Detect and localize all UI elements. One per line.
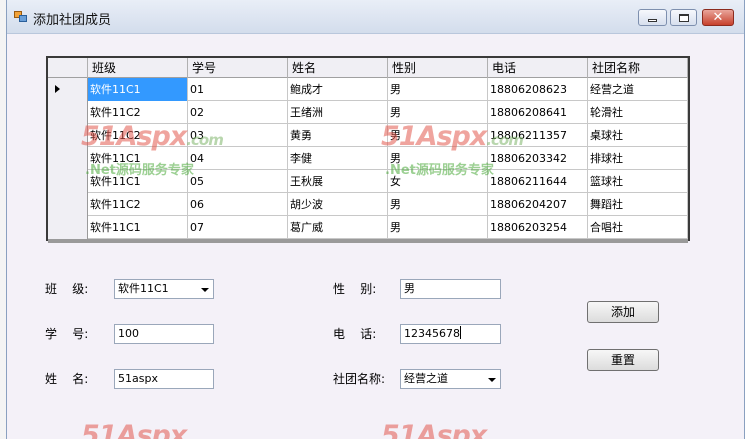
cell-id[interactable]: 05 [188,170,288,193]
cell-phone[interactable]: 18806204207 [488,193,588,216]
class-combobox[interactable]: 软件11C1 [114,279,214,299]
cell-gender[interactable]: 男 [388,193,488,216]
window-title: 添加社团成员 [33,13,112,28]
cell-class[interactable]: 软件11C2 [88,101,188,124]
cell-id[interactable]: 04 [188,147,288,170]
cell-club[interactable]: 舞蹈社 [588,193,688,216]
cell-id[interactable]: 01 [188,78,288,101]
table-row[interactable]: 软件11C2 02 王绪洲男 18806208641 轮滑社 [48,101,688,124]
app-icon [14,11,28,23]
close-icon: ✕ [712,10,724,25]
column-header-class[interactable]: 班级 [88,58,188,78]
cell-gender[interactable]: 男 [388,78,488,101]
club-combobox[interactable]: 经营之道 [400,369,501,389]
row-header[interactable] [48,193,88,216]
name-input[interactable]: 51aspx [114,369,214,389]
cell-club[interactable]: 轮滑社 [588,101,688,124]
club-label: 社团名称: [333,372,386,386]
class-label: 班 级: [45,282,89,296]
add-member-window: 添加社团成员 ✕ 班级 学号 姓名 性别 电话 社团名称 软件11C1 01 鲍成才… [6,0,745,439]
column-header-name[interactable]: 姓名 [288,58,388,78]
header-corner [48,58,88,78]
cell-club[interactable]: 篮球社 [588,170,688,193]
cell-club[interactable]: 经营之道 [588,78,688,101]
cell-club[interactable]: 合唱社 [588,216,688,239]
cell-class[interactable]: 软件11C2 [88,124,188,147]
column-header-phone[interactable]: 电话 [488,58,588,78]
row-header[interactable] [48,101,88,124]
class-combobox-value: 软件11C1 [118,282,169,295]
cell-id[interactable]: 02 [188,101,288,124]
cell-gender[interactable]: 男 [388,101,488,124]
club-combobox-value: 经营之道 [404,372,448,385]
cell-class[interactable]: 软件11C1 [88,216,188,239]
text-caret [460,326,461,339]
chevron-down-icon [488,378,496,382]
id-input[interactable]: 100 [114,324,214,344]
gender-label: 性 别: [333,282,377,296]
row-header[interactable] [48,147,88,170]
row-header[interactable] [48,216,88,239]
add-button[interactable]: 添加 [587,301,659,323]
grid-header: 班级 学号 姓名 性别 电话 社团名称 [48,58,688,78]
column-header-club[interactable]: 社团名称 [588,58,688,78]
row-header[interactable] [48,78,88,101]
table-row[interactable]: 软件11C1 04 李健男 18806203342 排球社 [48,147,688,170]
table-row[interactable]: 软件11C1 01 鲍成才男 18806208623 经营之道 [48,78,688,101]
cell-phone[interactable]: 18806211357 [488,124,588,147]
close-button[interactable]: ✕ [702,9,734,26]
cell-name[interactable]: 鲍成才 [288,78,388,101]
cell-id[interactable]: 06 [188,193,288,216]
maximize-button[interactable] [670,9,697,26]
cell-name[interactable]: 王秋展 [288,170,388,193]
current-row-arrow-icon [55,85,60,93]
table-row[interactable]: 软件11C2 03 黄勇男 18806211357 桌球社 [48,124,688,147]
phone-input-value: 12345678 [404,327,460,340]
table-row[interactable]: 软件11C1 07 葛广威男 18806203254 合唱社 [48,216,688,239]
cell-name[interactable]: 黄勇 [288,124,388,147]
watermark-logo-bottom-left: 51Aspx [81,420,187,439]
cell-club[interactable]: 排球社 [588,147,688,170]
chevron-down-icon [201,288,209,292]
table-row[interactable]: 软件11C2 06 胡少波男 18806204207 舞蹈社 [48,193,688,216]
cell-id[interactable]: 07 [188,216,288,239]
cell-name[interactable]: 葛广威 [288,216,388,239]
cell-class[interactable]: 软件11C1 [88,147,188,170]
table-row[interactable]: 软件11C1 05 王秋展女 18806211644 篮球社 [48,170,688,193]
column-header-gender[interactable]: 性别 [388,58,488,78]
cell-phone[interactable]: 18806203342 [488,147,588,170]
column-header-id[interactable]: 学号 [188,58,288,78]
phone-input[interactable]: 12345678 [400,324,501,344]
title-bar: 添加社团成员 ✕ [7,0,744,34]
row-header[interactable] [48,170,88,193]
cell-name[interactable]: 王绪洲 [288,101,388,124]
cell-class[interactable]: 软件11C1 [88,170,188,193]
watermark-logo-bottom-right: 51Aspx [381,420,487,439]
cell-gender[interactable]: 女 [388,170,488,193]
cell-phone[interactable]: 18806208623 [488,78,588,101]
maximize-icon [678,13,689,22]
phone-label: 电 话: [333,327,377,341]
cell-class[interactable]: 软件11C1 [88,78,188,101]
cell-name[interactable]: 胡少波 [288,193,388,216]
id-label: 学 号: [45,327,89,341]
grid-bottom-area [48,239,688,243]
cell-gender[interactable]: 男 [388,147,488,170]
row-header[interactable] [48,124,88,147]
cell-phone[interactable]: 18806208641 [488,101,588,124]
cell-name[interactable]: 李健 [288,147,388,170]
gender-input[interactable]: 男 [400,279,501,299]
members-grid[interactable]: 班级 学号 姓名 性别 电话 社团名称 软件11C1 01 鲍成才男 18806208… [46,56,690,243]
minimize-icon [648,18,657,22]
cell-gender[interactable]: 男 [388,124,488,147]
cell-gender[interactable]: 男 [388,216,488,239]
cell-id[interactable]: 03 [188,124,288,147]
cell-club[interactable]: 桌球社 [588,124,688,147]
minimize-button[interactable] [638,9,667,26]
cell-class[interactable]: 软件11C2 [88,193,188,216]
reset-button[interactable]: 重置 [587,349,659,371]
name-label: 姓 名: [45,372,89,386]
cell-phone[interactable]: 18806203254 [488,216,588,239]
cell-phone[interactable]: 18806211644 [488,170,588,193]
